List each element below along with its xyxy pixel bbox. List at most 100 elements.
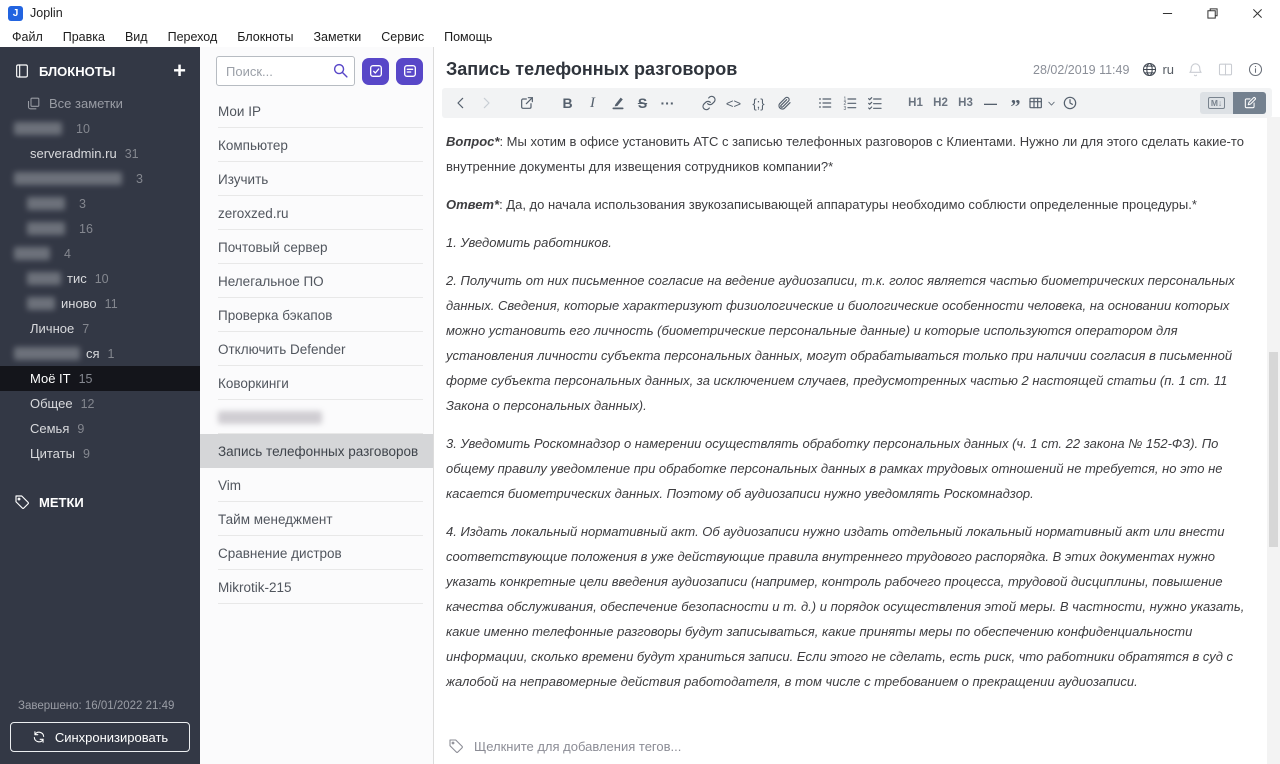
menu-item[interactable]: Сервис	[371, 30, 434, 44]
editor-header-icons: ru	[1141, 61, 1264, 78]
new-note-button[interactable]	[396, 57, 423, 85]
menu-item[interactable]: Переход	[158, 30, 228, 44]
hyperlink-icon[interactable]	[696, 90, 721, 116]
insert-table-icon[interactable]	[1028, 90, 1057, 116]
bold-icon[interactable]: B	[555, 90, 580, 116]
search-box	[216, 56, 355, 86]
note-list-item[interactable]: Мои IP	[200, 94, 433, 128]
menu-item[interactable]: Вид	[115, 30, 158, 44]
note-body-viewer: Вопрос*: Мы хотим в офисе установить АТС…	[434, 118, 1280, 730]
heading1-button[interactable]: H1	[903, 90, 928, 116]
note-list-item[interactable]: Vim	[200, 468, 433, 502]
sidebar-notebook-item[interactable]: 4	[0, 241, 200, 266]
editor-scrollbar[interactable]	[1267, 117, 1280, 764]
note-list-item[interactable]: Компьютер	[200, 128, 433, 162]
toggle-layout-button[interactable]	[1217, 61, 1234, 78]
note-count: 10	[76, 121, 90, 136]
bulleted-list-icon[interactable]	[812, 90, 837, 116]
sidebar-notebook-item[interactable]: Семья 9	[0, 416, 200, 441]
sidebar-notebook-item[interactable]: ся 1	[0, 341, 200, 366]
sync-icon	[33, 731, 45, 743]
menu-item[interactable]: Помощь	[434, 30, 502, 44]
code-block-icon[interactable]: {;}	[746, 90, 771, 116]
forward-icon[interactable]	[473, 90, 498, 116]
note-list-item[interactable]: Запись телефонных разговоров	[200, 434, 433, 468]
attach-file-icon[interactable]	[771, 90, 796, 116]
note-count: 31	[124, 146, 139, 161]
markdown-editor-toggle[interactable]: M↓	[1200, 92, 1233, 114]
editor-header: Запись телефонных разговоров 28/02/2019 …	[434, 47, 1280, 84]
close-button[interactable]	[1235, 0, 1280, 26]
sync-status-text: Завершено: 16/01/2022 21:49	[18, 700, 175, 712]
sidebar-notebook-item[interactable]: тис 10	[0, 266, 200, 291]
heading3-button[interactable]: H3	[953, 90, 978, 116]
note-count: 7	[82, 321, 90, 336]
edit-pencil-icon	[1244, 97, 1256, 109]
note-list-item[interactable]: Изучить	[200, 162, 433, 196]
numbered-list-icon[interactable]: 123	[837, 90, 862, 116]
notebook-label: Цитаты	[30, 446, 75, 461]
note-title-label: Компьютер	[218, 137, 288, 153]
checkbox-list-icon[interactable]	[862, 90, 887, 116]
restore-button[interactable]	[1190, 0, 1235, 26]
sidebar-notebook-item[interactable]: 16	[0, 216, 200, 241]
tag-bar[interactable]: Щелкните для добавления тегов...	[434, 730, 1280, 762]
note-paragraph: Ответ*: Да, до начала использования звук…	[446, 192, 1250, 217]
insert-datetime-icon[interactable]	[1057, 90, 1082, 116]
note-properties-button[interactable]	[1247, 61, 1264, 78]
note-list-item[interactable]: Сравнение дистров	[200, 536, 433, 570]
note-list-item[interactable]: Проверка бэкапов	[200, 298, 433, 332]
note-count: 3	[136, 171, 143, 186]
sidebar-item-all-notes[interactable]: Все заметки	[0, 91, 200, 116]
note-count: 11	[104, 296, 118, 311]
note-list-item[interactable]	[200, 400, 433, 434]
menu-item[interactable]: Блокноты	[227, 30, 303, 44]
external-link-icon[interactable]	[514, 90, 539, 116]
sidebar-notebook-item[interactable]: 3	[0, 191, 200, 216]
menu-item[interactable]: Заметки	[303, 30, 371, 44]
sidebar-notebook-item[interactable]: Общее 12	[0, 391, 200, 416]
note-list-item[interactable]: Нелегальное ПО	[200, 264, 433, 298]
italic-icon[interactable]: I	[580, 90, 605, 116]
note-list-item[interactable]: zeroxzed.ru	[200, 196, 433, 230]
notebook-label: Моё IT	[30, 371, 71, 386]
new-notebook-button[interactable]: +	[173, 60, 186, 82]
note-list-item[interactable]: Отключить Defender	[200, 332, 433, 366]
horizontal-rule-icon[interactable]: —	[978, 90, 1003, 116]
more-options-icon[interactable]: ···	[655, 90, 680, 116]
inline-code-icon[interactable]: <>	[721, 90, 746, 116]
heading2-button[interactable]: H2	[928, 90, 953, 116]
new-todo-button[interactable]	[362, 57, 389, 85]
sidebar-notebook-item[interactable]: Цитаты 9	[0, 441, 200, 466]
blockquote-icon[interactable]: ”	[1003, 90, 1028, 117]
spellcheck-language-button[interactable]: ru	[1141, 61, 1174, 78]
note-list-item[interactable]: Mikrotik-215	[200, 570, 433, 604]
sidebar-notebook-item[interactable]: serveradmin.ru 31	[0, 141, 200, 166]
note-title-label: Тайм менеджмент	[218, 511, 333, 527]
sidebar-notebook-item[interactable]: 10	[0, 116, 200, 141]
notebook-icon	[14, 63, 30, 79]
scrollbar-thumb[interactable]	[1269, 352, 1278, 547]
sidebar-notebook-item[interactable]: Личное 7	[0, 316, 200, 341]
minimize-button[interactable]	[1145, 0, 1190, 26]
strikethrough-icon[interactable]: S	[630, 90, 655, 116]
note-list-item[interactable]: Коворкинги	[200, 366, 433, 400]
highlight-icon[interactable]	[605, 90, 630, 116]
set-alarm-button[interactable]	[1187, 61, 1204, 78]
note-list-item[interactable]: Почтовый сервер	[200, 230, 433, 264]
note-title-input[interactable]: Запись телефонных разговоров	[446, 59, 1025, 80]
sidebar-notebook-item[interactable]: Моё IT 15	[0, 366, 200, 391]
tags-header[interactable]: МЕТКИ	[0, 494, 200, 510]
qa-label: Ответ*	[446, 197, 500, 212]
note-list-item[interactable]: Тайм менеджмент	[200, 502, 433, 536]
menu-item[interactable]: Файл	[2, 30, 53, 44]
back-icon[interactable]	[448, 90, 473, 116]
menu-item[interactable]: Правка	[53, 30, 115, 44]
sidebar-notebook-item[interactable]: иново 11	[0, 291, 200, 316]
layout-columns-icon	[1218, 63, 1233, 76]
sidebar-notebook-item[interactable]: 3	[0, 166, 200, 191]
notebooks-header[interactable]: БЛОКНОТЫ +	[0, 47, 200, 91]
synchronize-button[interactable]: Синхронизировать	[10, 722, 190, 752]
note-count: 10	[94, 271, 109, 286]
richtext-editor-toggle[interactable]	[1233, 92, 1266, 114]
